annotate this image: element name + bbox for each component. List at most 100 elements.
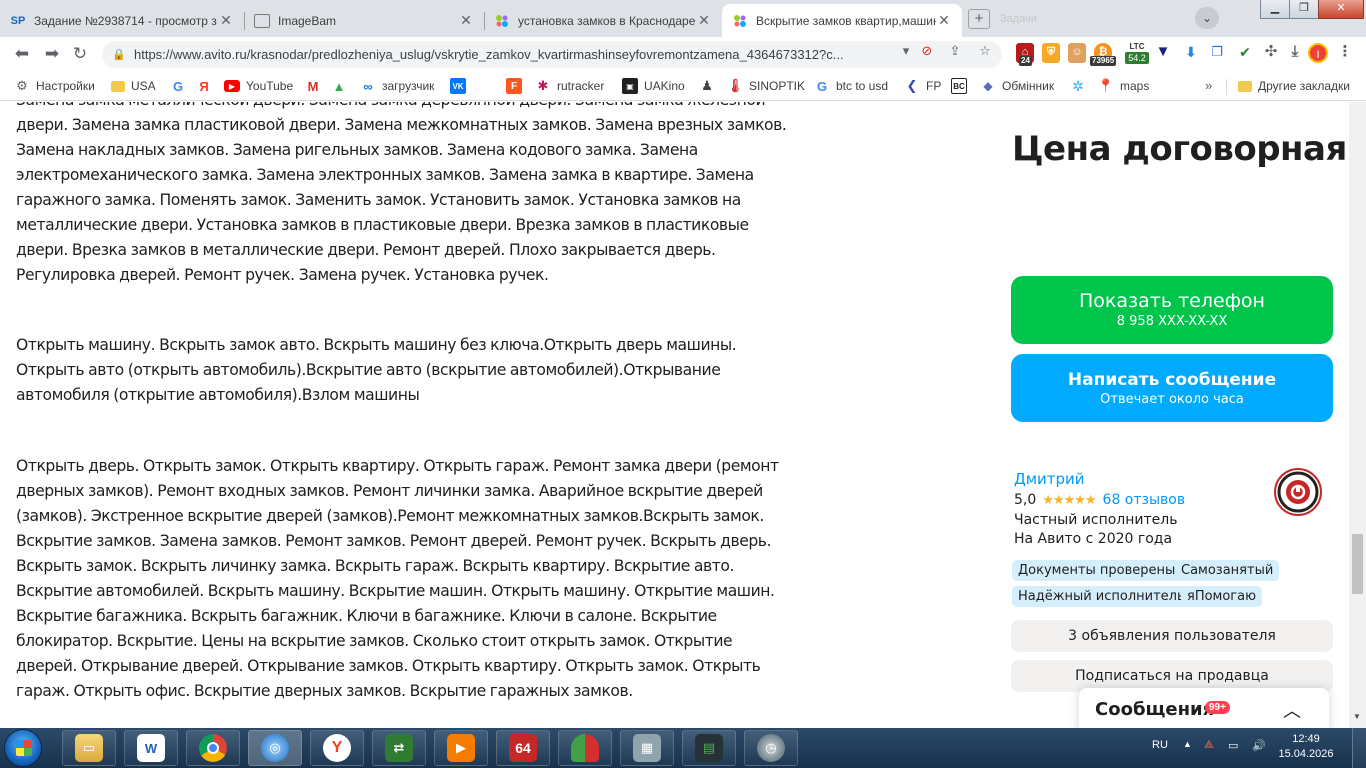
bookmark-person[interactable]: ♟	[699, 78, 721, 94]
bookmark-drive[interactable]: ▲	[331, 78, 353, 94]
bookmark-loader[interactable]: ∞ загрузчик	[360, 78, 434, 94]
tab-avito-vskrytie[interactable]: Вскрытие замков квартир,машин ✕	[722, 4, 962, 37]
bookmarks-more-button[interactable]: »	[1205, 78, 1212, 93]
bookmark-google[interactable]: G	[170, 78, 192, 94]
taskbar-ccleaner[interactable]	[558, 730, 612, 766]
taskbar-clock-app[interactable]: ◷	[744, 730, 798, 766]
tab-title: Задание №2938714 - просмотр з	[34, 13, 217, 28]
messages-widget[interactable]: Сообщения 99+ ︿	[1079, 688, 1329, 728]
bookmark-gmail[interactable]: M	[305, 78, 327, 94]
face-icon[interactable]: ☺	[1068, 43, 1086, 63]
bookmark-other[interactable]: Другие закладки	[1238, 78, 1350, 94]
minimize-button[interactable]: ▁	[1260, 0, 1290, 19]
taskbar-explorer[interactable]: ▭	[62, 730, 116, 766]
reviews-link[interactable]: 68 отзывов	[1103, 492, 1186, 508]
close-window-button[interactable]: ✕	[1318, 0, 1364, 19]
language-indicator[interactable]: RU	[1152, 739, 1168, 751]
taskbar-aida64[interactable]: 64	[496, 730, 550, 766]
taskbar-protection[interactable]: W	[124, 730, 178, 766]
share-icon[interactable]: ⇪	[946, 42, 964, 60]
scrollbar-thumb[interactable]	[1352, 534, 1363, 594]
start-button[interactable]	[4, 729, 42, 767]
bookmark-obminnik[interactable]: ◆ Обмінник	[980, 78, 1054, 94]
volume-icon[interactable]: 🔊	[1252, 739, 1266, 752]
write-message-button[interactable]: Написать сообщение Отвечает около часа	[1011, 354, 1333, 422]
shield-icon[interactable]: ⛨	[1042, 43, 1060, 63]
bookmark-settings[interactable]: ⚙ Настройки	[14, 78, 95, 94]
show-phone-button[interactable]: Показать телефон 8 958 XXX-XX-XX	[1011, 276, 1333, 344]
taskbar-media[interactable]: ▶	[434, 730, 488, 766]
bookmark-rutracker[interactable]: ✱ rutracker	[535, 78, 605, 94]
tray-app-icon[interactable]: ⟁	[1204, 739, 1214, 752]
url-text[interactable]: https://www.avito.ru/krasnodar/predlozhe…	[134, 47, 894, 62]
v-icon[interactable]: ▼	[1154, 43, 1172, 63]
bookmark-maps[interactable]: 📍 maps	[1098, 78, 1149, 94]
taskbar-network[interactable]: ⇄	[372, 730, 426, 766]
description-paragraph-opening: Открыть дверь. Открыть замок. Открыть кв…	[16, 457, 779, 700]
ltc-extension[interactable]: LTC 54.2	[1125, 41, 1149, 67]
tray-expand-icon[interactable]: ▲	[1183, 739, 1192, 749]
bookmark-yandex[interactable]: Я	[196, 78, 218, 94]
taskbar-monitor[interactable]: ▤	[682, 730, 736, 766]
page-content: Замена замка металлической двери. Замена…	[0, 102, 1366, 728]
menu-icon[interactable]: ⋮	[1336, 43, 1354, 63]
bookmark-sinoptik[interactable]: 🌡 SINOPTIK	[727, 78, 805, 94]
forward-button[interactable]: ➡	[40, 42, 64, 66]
new-tab-button[interactable]: +	[968, 9, 990, 29]
scroll-down-arrow-icon[interactable]: ▼	[1353, 712, 1361, 721]
address-bar[interactable]: 🔒 https://www.avito.ru/krasnodar/predloz…	[102, 41, 1002, 68]
taskbar-chrome[interactable]	[186, 730, 240, 766]
bookmark-bc[interactable]: BC	[951, 78, 973, 94]
vk-icon: VK	[450, 78, 466, 94]
bookmark-vk[interactable]: VK	[450, 78, 472, 94]
fp-icon: ❮	[906, 78, 918, 93]
blocked-icon[interactable]: ⊘	[918, 42, 936, 60]
youtube-icon: ▶	[224, 80, 240, 92]
tab-close-icon[interactable]: ✕	[218, 12, 234, 29]
copy-icon[interactable]: ❐	[1208, 43, 1226, 63]
tab-search-button[interactable]: ⌄	[1195, 7, 1219, 29]
bookmark-star-icon[interactable]: ☆	[976, 42, 994, 60]
bookmark-btc-to-usd[interactable]: Gbtc to usd	[814, 78, 888, 94]
price-label: Цена договорная	[1012, 129, 1347, 169]
system-clock[interactable]: 12:49 15.04.2026	[1278, 732, 1334, 762]
profile-avatar[interactable]: I	[1308, 43, 1328, 63]
messages-label: Сообщения	[1095, 699, 1215, 720]
download-box-icon[interactable]: ⬇	[1182, 43, 1200, 63]
chevron-up-icon[interactable]: ︿	[1283, 697, 1301, 723]
bookmark-youtube[interactable]: ▶ YouTube	[224, 78, 293, 94]
reload-button[interactable]: ↻	[68, 42, 92, 66]
bookmark-usa[interactable]: USA	[111, 78, 156, 94]
check-icon[interactable]: ✔	[1236, 43, 1254, 63]
tab-imagebam[interactable]: ImageBam ✕	[244, 4, 484, 37]
badge-yapomogayu: яПомогаю	[1181, 586, 1263, 607]
bookmark-uakino[interactable]: ▣ UAKino	[622, 78, 685, 94]
back-button[interactable]: ⬅	[10, 42, 34, 66]
taskbar-ie[interactable]: ◎	[248, 730, 302, 766]
seller-name-link[interactable]: Дмитрий	[1014, 470, 1085, 488]
lock-icon[interactable]: 🔒	[112, 48, 126, 61]
show-desktop-button[interactable]	[1352, 728, 1366, 768]
puzzle-icon[interactable]: ✣	[1262, 43, 1280, 63]
maximize-button[interactable]: ❐	[1289, 0, 1319, 19]
downloads-icon[interactable]: ⤓	[1286, 43, 1304, 63]
tab-close-icon[interactable]: ✕	[458, 12, 474, 29]
bookmark-snowflake[interactable]: ✲	[1070, 78, 1092, 94]
ext-24-icon[interactable]: ⌂ 24	[1016, 43, 1034, 66]
tab-close-icon[interactable]: ✕	[936, 12, 952, 29]
taskbar-calculator[interactable]: ▦	[620, 730, 674, 766]
network-tray-icon[interactable]: ▭	[1228, 739, 1238, 752]
taskbar-yandex[interactable]: Y	[310, 730, 364, 766]
tab-avito-ustanovka[interactable]: установка замков в Краснодаре - ✕	[484, 4, 722, 37]
bookmark-fp[interactable]: ❮ FP	[904, 78, 942, 94]
user-ads-button[interactable]: 3 объявления пользователя	[1011, 620, 1333, 652]
tab-close-icon[interactable]: ✕	[696, 12, 712, 29]
badge-reliable: Надёжный исполнитель	[1012, 586, 1191, 607]
dropdown-arrow-icon[interactable]: ▾	[897, 42, 915, 60]
media-player-icon: ▶	[447, 734, 475, 762]
page-scrollbar[interactable]: ▼	[1349, 102, 1366, 728]
tab-zadanie[interactable]: SP Задание №2938714 - просмотр з ✕	[0, 4, 244, 37]
bookmark-f[interactable]: F	[506, 78, 528, 94]
bitcoin-icon[interactable]: ₿ 73965	[1090, 43, 1117, 66]
seller-avatar[interactable]	[1274, 468, 1322, 516]
